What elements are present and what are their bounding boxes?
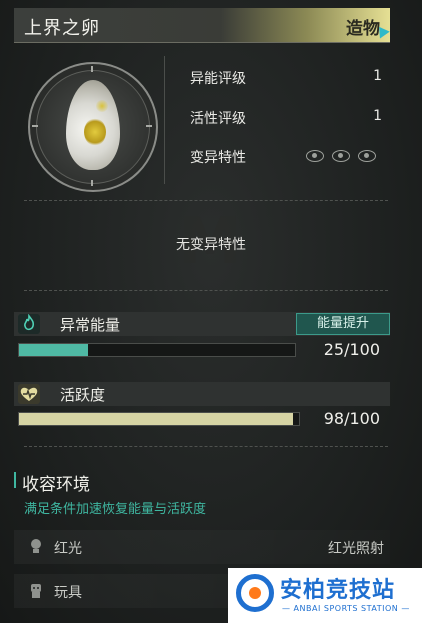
dial-tick	[146, 125, 152, 127]
environment-title: 收容环境	[22, 475, 90, 495]
energy-title: 异常能量	[60, 316, 121, 334]
site-logo: 安柏竞技站 — ANBAI SPORTS STATION —	[228, 568, 422, 623]
dial-tick	[32, 125, 38, 127]
egg-image	[66, 80, 120, 170]
dashed-divider	[24, 290, 388, 291]
logo-mark-icon	[236, 574, 274, 612]
item-title: 上界之卵	[24, 18, 100, 39]
dashed-divider	[24, 446, 388, 447]
environment-label: 红光	[54, 541, 82, 557]
energy-value: 25/100	[323, 340, 380, 359]
dashed-divider	[24, 200, 388, 201]
dial-tick	[91, 180, 93, 186]
eye-icon	[306, 150, 324, 162]
eye-icon	[358, 150, 376, 162]
stat-label-ability-grade: 异能评级	[190, 71, 246, 87]
lightbulb-icon	[28, 538, 44, 556]
activity-title: 活跃度	[60, 386, 106, 404]
divider	[164, 56, 165, 184]
heart-pulse-icon	[18, 384, 40, 404]
stat-label-mutation: 变异特性	[190, 150, 246, 166]
activity-header: 活跃度	[14, 382, 390, 406]
logo-name: 安柏竞技站	[280, 578, 396, 603]
activity-bar-fill	[19, 413, 294, 425]
environment-subtitle: 满足条件加速恢复能量与活跃度	[24, 502, 207, 517]
no-mutation-text: 无变异特性	[176, 237, 246, 253]
logo-tagline: — ANBAI SPORTS STATION —	[282, 604, 410, 613]
energy-bar	[18, 343, 296, 357]
item-portrait	[28, 62, 158, 192]
dial-tick	[91, 66, 93, 72]
eye-icon	[332, 150, 350, 162]
stat-label-activity-grade: 活性评级	[190, 111, 246, 127]
item-header: 上界之卵 造物	[14, 8, 390, 43]
stat-value-ability-grade: 1	[373, 68, 382, 84]
energy-boost-button[interactable]: 能量提升	[296, 313, 390, 335]
activity-bar	[18, 412, 300, 426]
mutation-slots[interactable]	[306, 150, 382, 162]
environment-row-red-light: 红光 红光照射	[14, 530, 390, 564]
item-category-tag[interactable]: 造物	[346, 14, 380, 39]
stat-value-activity-grade: 1	[373, 108, 382, 124]
activity-value: 98/100	[323, 409, 380, 428]
section-accent	[14, 472, 16, 488]
toy-icon	[28, 582, 44, 600]
energy-bar-fill	[19, 344, 88, 356]
environment-value: 红光照射	[328, 541, 384, 557]
environment-label: 玩具	[54, 585, 82, 601]
flame-icon	[18, 313, 40, 334]
